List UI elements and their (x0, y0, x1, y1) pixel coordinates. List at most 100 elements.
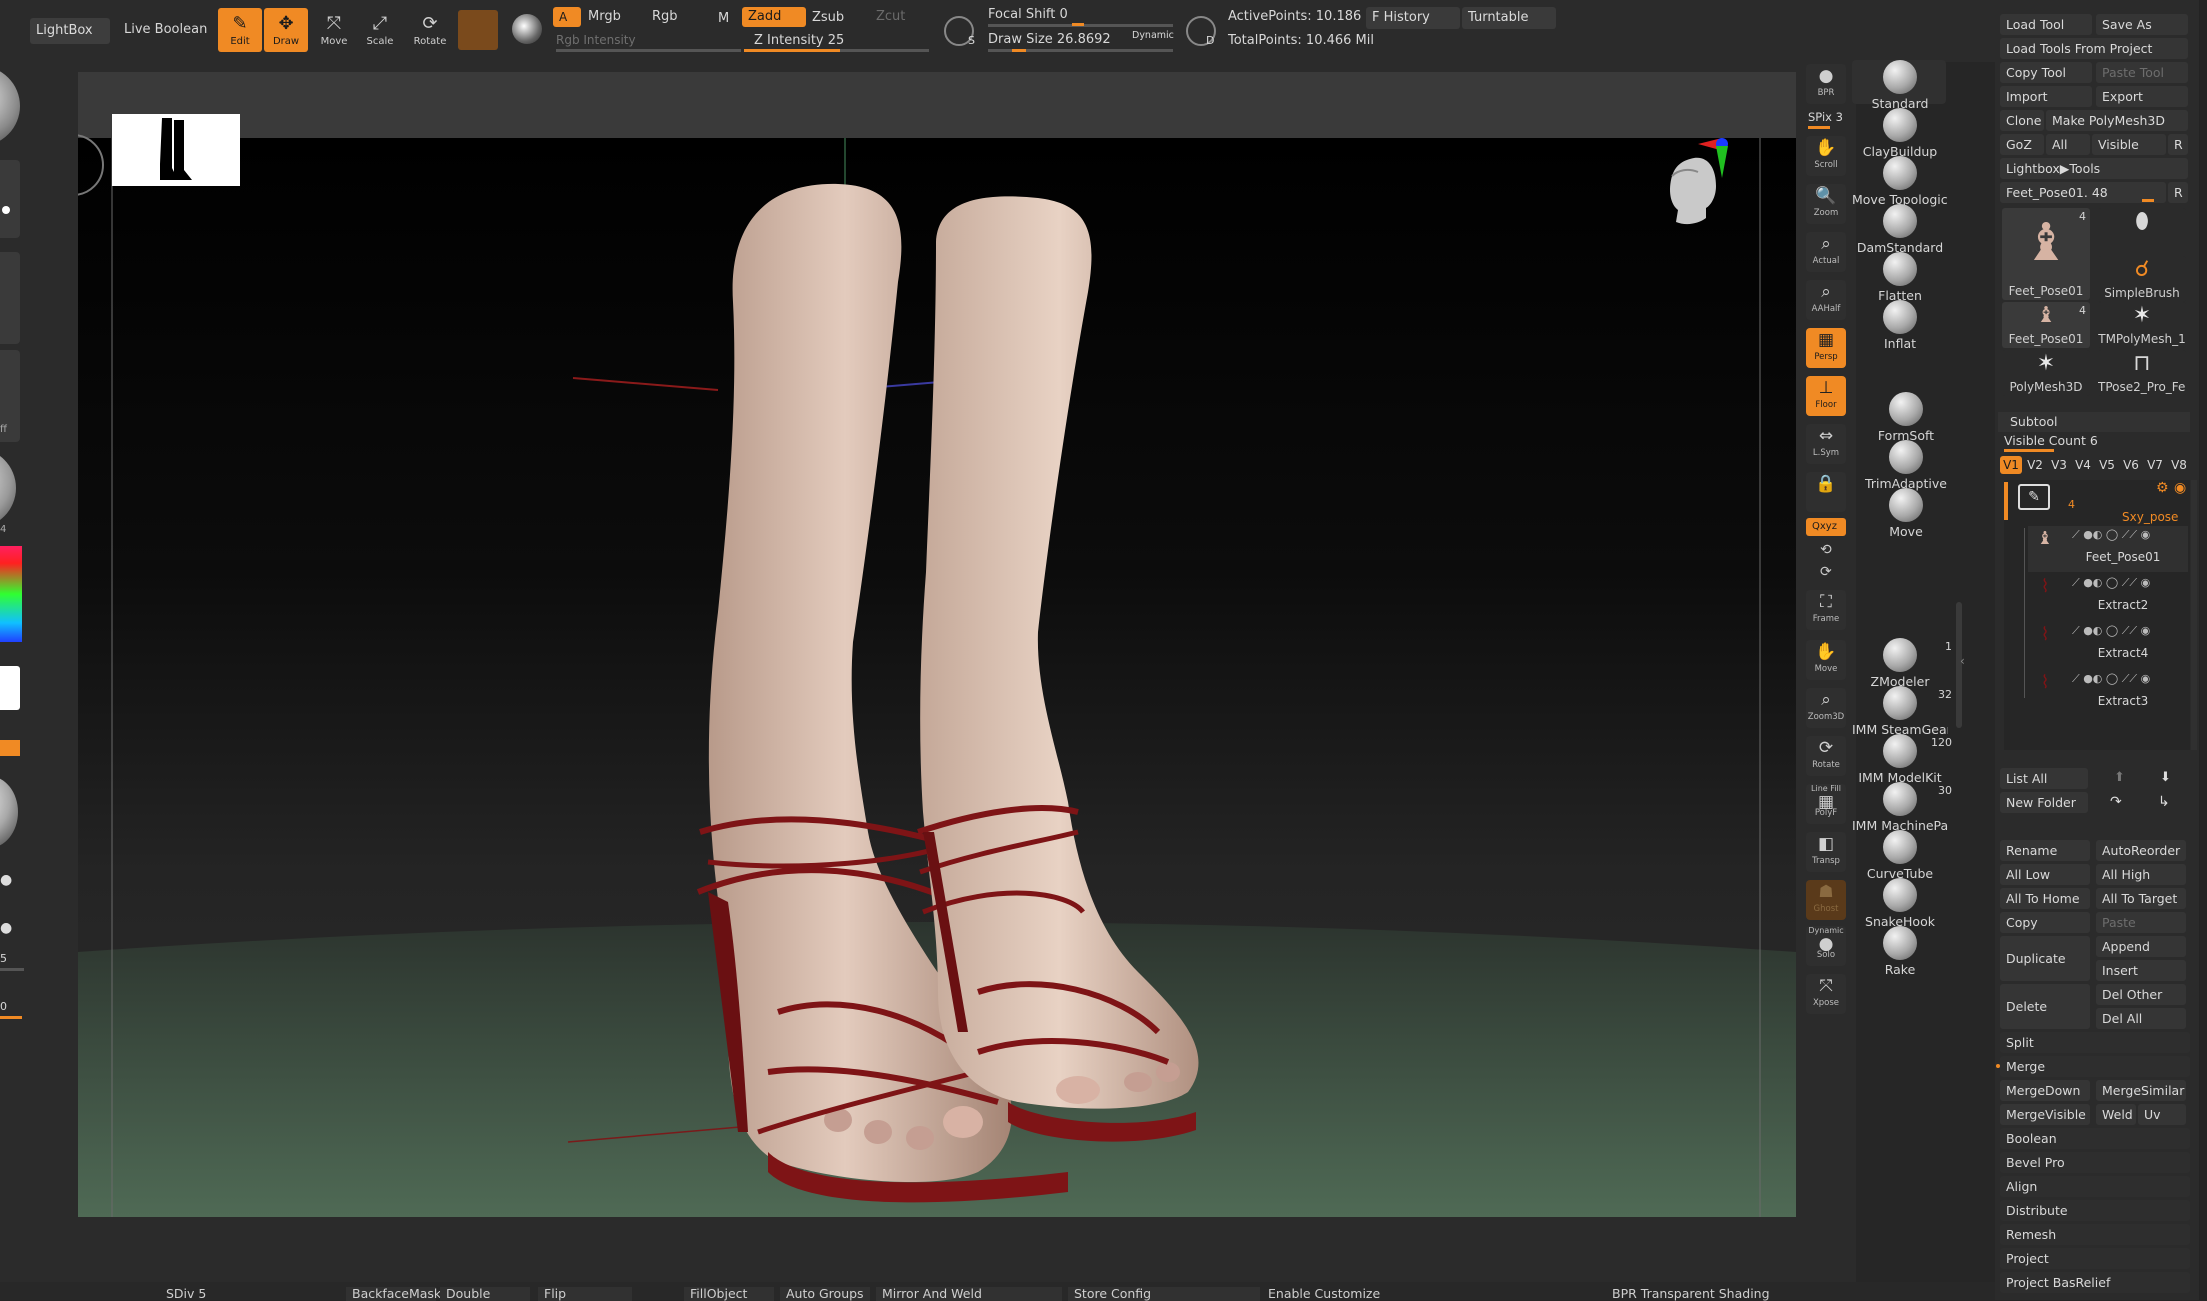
collapse-arrow-icon[interactable]: ‹ (1960, 654, 1965, 668)
visible-count-slider[interactable]: Visible Count 6 (2004, 433, 2098, 448)
arrow-down-icon[interactable]: ⬇ (2160, 770, 2171, 785)
boolean-section[interactable]: Boolean (2000, 1128, 2190, 1149)
draw-size-slider[interactable]: Draw Size 26.8692 (988, 32, 1111, 47)
floor-button[interactable]: ⊥ Floor (1806, 376, 1846, 416)
orientation-head-icon[interactable] (1658, 134, 1728, 244)
tool-thumb-tmpolymesh-1[interactable]: ✶ TMPolyMesh_1 (2098, 302, 2186, 348)
del-all-button[interactable]: Del All (2096, 1008, 2186, 1029)
brush-imm-machinepar[interactable]: IMM MachinePar 30 (1852, 782, 1952, 833)
version-tab-v2[interactable]: V2 (2024, 456, 2046, 474)
viewport[interactable] (78, 72, 1796, 1217)
lock-button[interactable]: 🔒 (1806, 472, 1846, 512)
save-as-button[interactable]: Save As (2096, 14, 2188, 35)
brush-formsoft[interactable]: FormSoft (1858, 392, 1954, 443)
arrow-up-icon[interactable]: ⬆ (2114, 770, 2125, 785)
ghost-button[interactable]: ☗ Ghost (1806, 880, 1846, 920)
turntable-button[interactable]: Turntable (1462, 7, 1556, 29)
polyf-button[interactable]: Line Fill ▦ PolyF (1806, 784, 1846, 824)
tool-thumb-polymesh3d[interactable]: ✶ PolyMesh3D (2002, 350, 2090, 396)
split-section[interactable]: Split (2000, 1032, 2190, 1053)
redo-icon[interactable]: ↷ (2110, 794, 2122, 810)
double-button[interactable]: Double (440, 1287, 530, 1301)
zadd-button[interactable]: Zadd (742, 7, 806, 27)
merge-down-button[interactable]: MergeDown (2000, 1080, 2090, 1101)
brush-imm-modelkit[interactable]: IMM ModelKit 120 (1852, 734, 1952, 785)
rgb-intensity-slider[interactable]: Rgb Intensity (556, 33, 636, 47)
subtool-row[interactable]: ⌇ ⟋ ●◐ ◯ ⟋⟋ ◉ Extract3 (2028, 670, 2188, 716)
rotate-small-icon[interactable]: ⟲ (1820, 542, 1832, 558)
brush-zmodeler[interactable]: ZModeler 1 (1852, 638, 1952, 689)
scroll-button[interactable]: ✋ Scroll (1806, 136, 1846, 176)
focal-shift-slider[interactable]: Focal Shift 0 (988, 7, 1068, 22)
a-toggle[interactable]: A (553, 7, 581, 27)
subtool-toggle-icons[interactable]: ⟋ ●◐ ◯ ⟋⟋ ◉ (2072, 672, 2150, 686)
brush-move[interactable]: Move (1858, 488, 1954, 539)
brush-curvetube[interactable]: CurveTube (1852, 830, 1948, 881)
brush-trimadaptive[interactable]: TrimAdaptive (1858, 440, 1954, 491)
move-in-icon[interactable]: ↳ (2158, 794, 2170, 810)
draw-mode-button[interactable]: ✥ Draw (264, 8, 308, 52)
rotate-view-button[interactable]: ⟳ Rotate (1806, 736, 1846, 776)
all-to-target-button[interactable]: All To Target (2096, 888, 2186, 909)
mirror-and-weld-button[interactable]: Mirror And Weld (876, 1287, 1062, 1301)
all-low-button[interactable]: All Low (2000, 864, 2090, 885)
version-tab-v8[interactable]: V8 (2168, 456, 2190, 474)
left-slider-2[interactable] (0, 1016, 22, 1019)
folder-name[interactable]: Sxy_pose (2122, 510, 2178, 524)
clone-button[interactable]: Clone (2000, 110, 2044, 131)
current-tool-r-button[interactable]: R (2168, 182, 2188, 203)
new-folder-button[interactable]: New Folder (2000, 792, 2088, 813)
xyz-button[interactable]: Qxyz (1806, 518, 1846, 536)
auto-groups-button[interactable]: Auto Groups (780, 1287, 870, 1301)
folder-eye-icon[interactable]: ◉ (2174, 480, 2186, 496)
tool-thumb-feet-pose01[interactable]: ♝ Feet_Pose01 4 (2002, 208, 2090, 300)
version-tab-v5[interactable]: V5 (2096, 456, 2118, 474)
zoom3d-button[interactable]: ⌕ Zoom3D (1806, 688, 1846, 728)
merge-visible-button[interactable]: MergeVisible (2000, 1104, 2090, 1125)
zsub-button[interactable]: Zsub (812, 10, 844, 25)
left-slider-1[interactable] (0, 968, 24, 971)
stroke-preview[interactable] (0, 160, 20, 238)
backfacemask-button[interactable]: BackfaceMask (346, 1287, 441, 1301)
insert-button[interactable]: Insert (2096, 960, 2186, 981)
subtool-title[interactable]: Subtool (2010, 414, 2057, 429)
f-history-button[interactable]: F History (1366, 7, 1460, 29)
sdiv-slider[interactable]: SDiv 5 (160, 1287, 206, 1301)
mrgb-button[interactable]: Mrgb (588, 9, 621, 24)
project-section[interactable]: Project (2000, 1248, 2190, 1269)
lightbox-tools-button[interactable]: Lightbox▶Tools (2000, 158, 2188, 179)
list-all-button[interactable]: List All (2000, 768, 2088, 789)
enable-customize-button[interactable]: Enable Customize (1262, 1287, 1452, 1301)
brush-imm-steamgear[interactable]: IMM SteamGear 32 (1852, 686, 1952, 737)
goz-button[interactable]: GoZ (2000, 134, 2044, 155)
spix-slider[interactable]: SPix 3 (1808, 110, 1843, 124)
actual-button[interactable]: ⌕ Actual (1806, 232, 1846, 272)
color-picker[interactable] (0, 546, 22, 642)
gradient-icon[interactable] (512, 14, 542, 44)
rotate-small-icon-2[interactable]: ⟳ (1820, 564, 1832, 580)
secondary-color-swatch[interactable] (0, 740, 20, 756)
rename-button[interactable]: Rename (2000, 840, 2090, 861)
version-tab-v6[interactable]: V6 (2120, 456, 2142, 474)
edit-mode-button[interactable]: ✎ Edit (218, 8, 262, 52)
rotate-mode-button[interactable]: ⟳ Rotate (408, 8, 452, 52)
load-tool-button[interactable]: Load Tool (2000, 14, 2092, 35)
frame-button[interactable]: ⛶ Frame (1806, 590, 1846, 630)
store-config-button[interactable]: Store Config (1068, 1287, 1260, 1301)
scale-mode-button[interactable]: ⤢ Scale (358, 8, 402, 52)
brush-rake[interactable]: Rake (1852, 926, 1948, 977)
rgb-button[interactable]: Rgb (652, 9, 678, 24)
export-button[interactable]: Export (2096, 86, 2188, 107)
make-polymesh-button[interactable]: Make PolyMesh3D (2046, 110, 2188, 131)
main-color-swatch[interactable] (0, 666, 20, 710)
goz-all-button[interactable]: All (2046, 134, 2090, 155)
xpose-button[interactable]: ⤧ Xpose (1806, 974, 1846, 1014)
import-button[interactable]: Import (2000, 86, 2092, 107)
flip-button[interactable]: Flip (538, 1287, 632, 1301)
solo-button[interactable]: Dynamic ● Solo (1806, 926, 1846, 966)
light-icon-2[interactable]: ● (0, 920, 12, 936)
all-high-button[interactable]: All High (2096, 864, 2186, 885)
move-mode-button[interactable]: ⤧ Move (312, 8, 356, 52)
brush-move-topologica[interactable]: Move Topologica (1852, 156, 1948, 207)
subtool-toggle-icons[interactable]: ⟋ ●◐ ◯ ⟋⟋ ◉ (2072, 624, 2150, 638)
